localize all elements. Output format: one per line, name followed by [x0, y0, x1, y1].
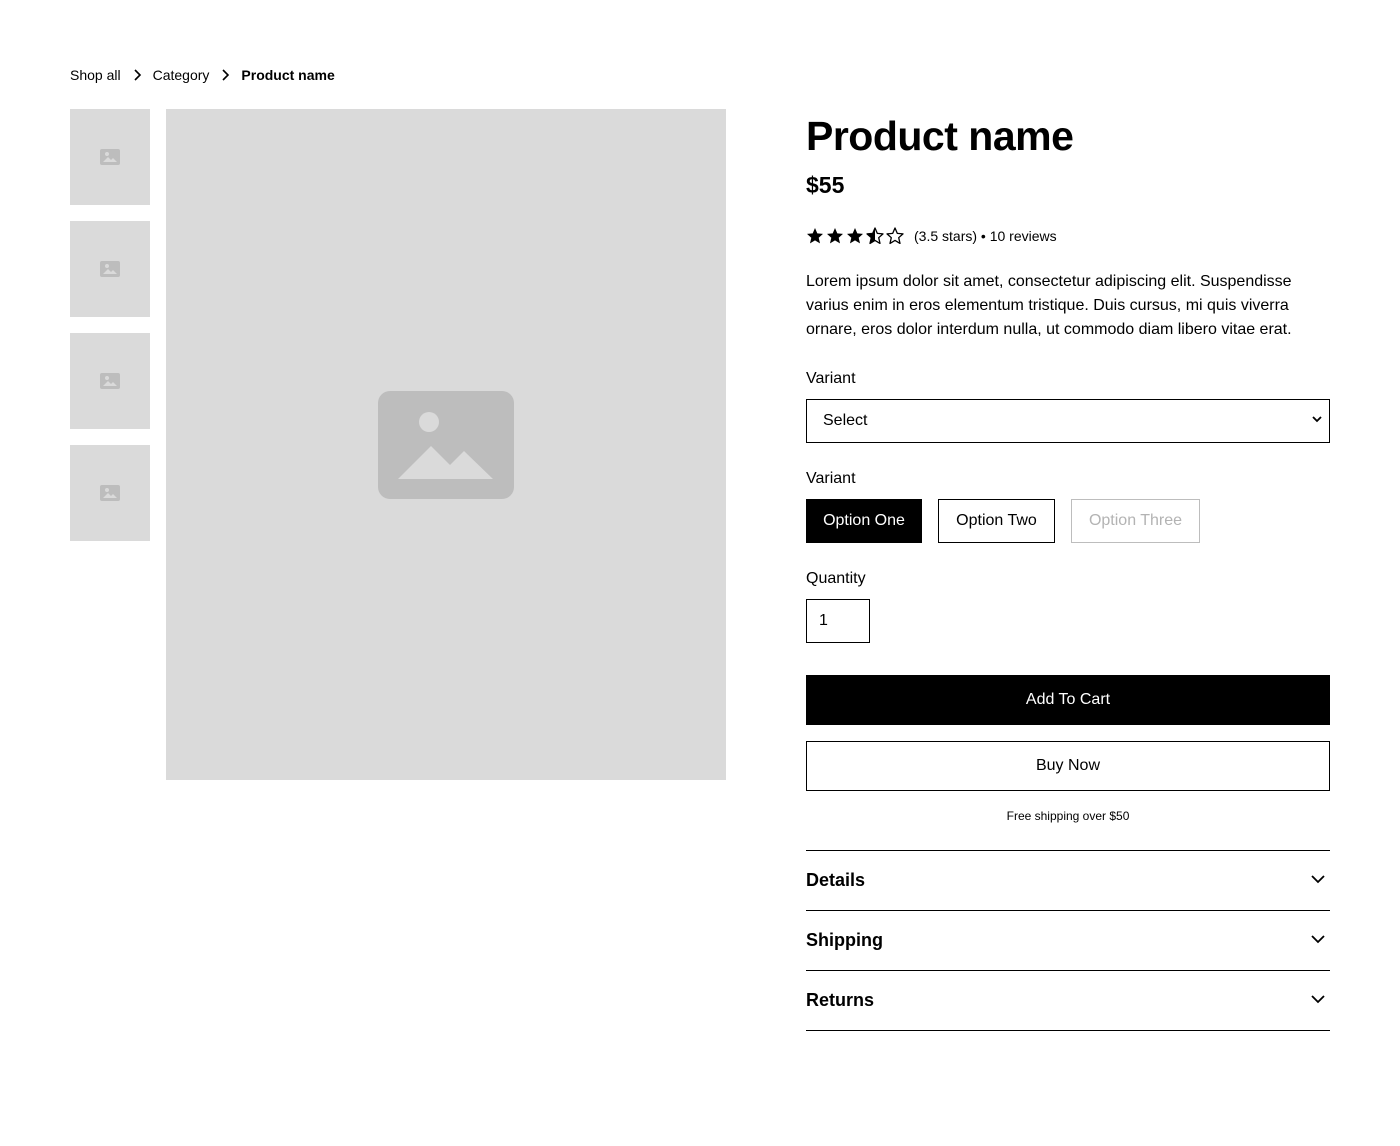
image-placeholder-icon — [100, 485, 120, 501]
chevron-right-icon — [121, 64, 153, 86]
variant-select[interactable]: Select — [806, 399, 1330, 443]
variant-select-label: Variant — [806, 370, 856, 387]
product-description: Lorem ipsum dolor sit amet, consectetur … — [806, 273, 1292, 338]
star-full-icon — [807, 228, 823, 244]
thumbnail-list — [70, 109, 150, 557]
breadcrumb-current: Product name — [241, 67, 335, 83]
accordion-title: Returns — [806, 990, 875, 1010]
buy-now-button[interactable]: Buy Now — [806, 741, 1330, 791]
breadcrumb: Shop all Category Product name — [70, 64, 335, 86]
quantity-input[interactable]: 1 — [806, 599, 870, 643]
variant-options-label: Variant — [806, 470, 856, 487]
accordion-details[interactable]: Details — [806, 850, 1330, 910]
accordion-title: Shipping — [806, 930, 883, 950]
breadcrumb-shop-all[interactable]: Shop all — [70, 67, 121, 83]
chevron-down-icon — [1306, 987, 1330, 1011]
quantity-label: Quantity — [806, 570, 866, 587]
variant-select-value: Select — [823, 412, 868, 429]
product-title: Product name — [806, 113, 1074, 159]
chevron-down-icon — [1306, 867, 1330, 891]
main-product-image — [166, 109, 726, 780]
product-info: Product name $55 (3.5 stars) • 10 review… — [806, 109, 1330, 1031]
star-empty-icon — [886, 227, 904, 245]
accordion-shipping[interactable]: Shipping — [806, 910, 1330, 970]
thumbnail-2[interactable] — [70, 221, 150, 317]
image-placeholder-icon — [100, 373, 120, 389]
chevron-down-icon — [1311, 412, 1323, 430]
star-full-icon — [827, 228, 843, 244]
star-rating — [806, 227, 904, 245]
shipping-note: Free shipping over $50 — [1006, 809, 1130, 823]
add-to-cart-button[interactable]: Add To Cart — [806, 675, 1330, 725]
star-half-icon — [866, 227, 884, 245]
variant-options: Option One Option Two Option Three — [806, 499, 1330, 543]
breadcrumb-category[interactable]: Category — [153, 67, 210, 83]
image-placeholder-icon — [378, 390, 514, 499]
product-rating: (3.5 stars) • 10 reviews — [806, 226, 1330, 246]
accordion-returns[interactable]: Returns — [806, 970, 1330, 1030]
product-price: $55 — [806, 172, 845, 198]
image-placeholder-icon — [100, 261, 120, 277]
variant-option-two[interactable]: Option Two — [938, 499, 1055, 543]
accordion-title: Details — [806, 870, 866, 890]
chevron-down-icon — [1306, 927, 1330, 951]
thumbnail-3[interactable] — [70, 333, 150, 429]
variant-option-three[interactable]: Option Three — [1071, 499, 1200, 543]
variant-option-one[interactable]: Option One — [806, 499, 922, 543]
product-page: Shop all Category Product name Product n… — [0, 0, 1400, 1146]
chevron-right-icon — [209, 64, 241, 86]
thumbnail-1[interactable] — [70, 109, 150, 205]
thumbnail-4[interactable] — [70, 445, 150, 541]
star-full-icon — [847, 228, 863, 244]
rating-summary: (3.5 stars) • 10 reviews — [914, 228, 1057, 244]
image-placeholder-icon — [100, 149, 120, 165]
product-accordion: Details Shipping Returns — [806, 850, 1330, 1031]
